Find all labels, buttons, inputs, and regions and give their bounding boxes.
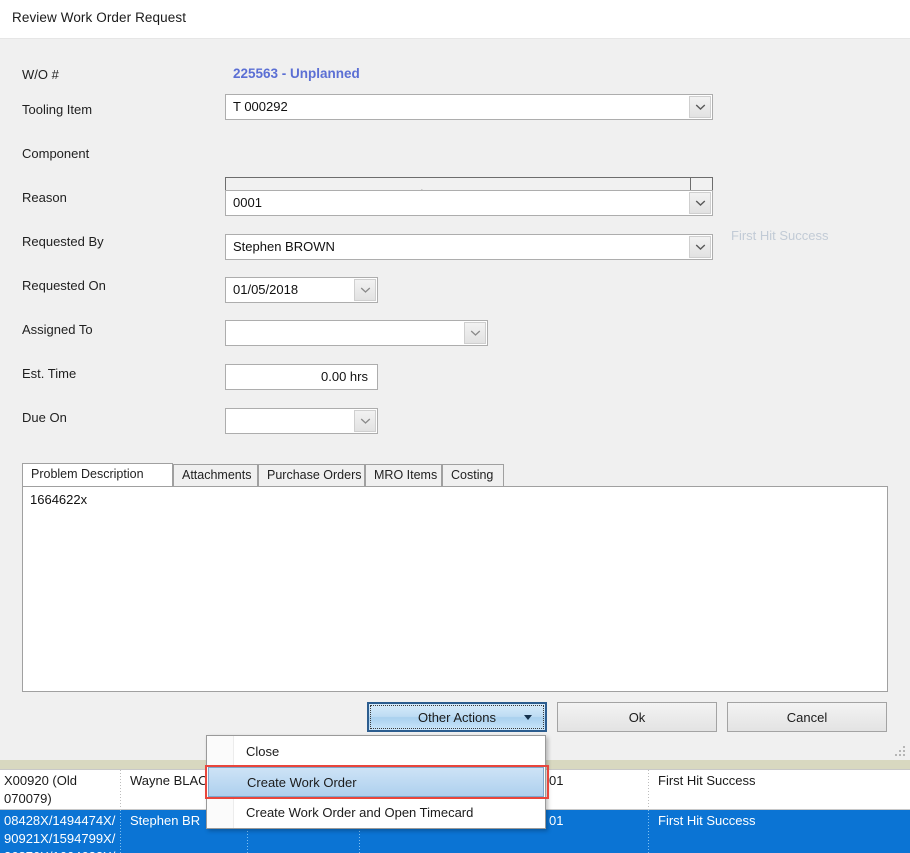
chevron-down-icon[interactable] — [524, 715, 532, 720]
label-wo-number: W/O # — [22, 67, 59, 82]
assigned-to-combobox[interactable] — [225, 320, 488, 346]
label-reason: Reason — [22, 190, 67, 205]
menu-item-create-work-order[interactable]: Create Work Order — [208, 767, 544, 797]
grid-cell-reason: First Hit Success — [658, 773, 756, 788]
ok-label: Ok — [628, 709, 646, 725]
other-actions-menu: Close Create Work Order Create Work Orde… — [205, 735, 549, 829]
chevron-down-icon[interactable] — [689, 192, 711, 214]
est-time-value: 0.00 hrs — [321, 369, 368, 384]
window-title: Review Work Order Request — [12, 10, 187, 25]
grid-column-divider — [648, 770, 649, 809]
reason-value: 0001 — [233, 195, 262, 210]
menu-item-create-work-order-and-open-timecard[interactable]: Create Work Order and Open Timecard — [208, 798, 544, 828]
reason-hint-text: First Hit Success — [731, 228, 829, 243]
label-component: Component — [22, 146, 90, 161]
requested-on-datepicker[interactable]: 01/05/2018 — [225, 277, 378, 303]
requested-by-value: Stephen BROWN — [233, 239, 335, 254]
ok-button[interactable]: Ok — [557, 702, 717, 732]
requested-on-value: 01/05/2018 — [233, 282, 299, 297]
label-est-time: Est. Time — [22, 366, 77, 381]
grid-column-divider — [648, 810, 649, 853]
grid-cell-part: X00920 (Old 070079) — [4, 773, 77, 806]
resize-grip[interactable] — [892, 743, 905, 756]
tab-costing[interactable]: Costing — [442, 464, 504, 486]
other-actions-button[interactable]: Other Actions — [367, 702, 547, 732]
label-requested-by: Requested By — [22, 234, 104, 249]
label-assigned-to: Assigned To — [22, 322, 93, 337]
grid-cell-code: 01 — [549, 813, 564, 828]
menu-item-close[interactable]: Close — [208, 737, 544, 767]
value-wo-number: 225563 - Unplanned — [233, 66, 360, 81]
chevron-down-icon[interactable] — [464, 322, 486, 344]
detail-tabs: Problem Description Attachments Purchase… — [22, 463, 888, 709]
est-time-input[interactable]: 0.00 hrs — [225, 364, 378, 390]
problem-description-text: 1664622x — [30, 492, 88, 507]
label-tooling-item: Tooling Item — [22, 102, 93, 117]
grid-cell-code: 01 — [549, 773, 564, 788]
reason-combobox[interactable]: 0001 — [225, 190, 713, 216]
window-titlebar: Review Work Order Request — [0, 0, 910, 38]
label-requested-on: Requested On — [22, 278, 106, 293]
chevron-down-icon[interactable] — [689, 236, 711, 258]
grid-column-divider — [120, 770, 121, 809]
grid-column-divider — [120, 810, 121, 853]
chevron-down-icon[interactable] — [354, 410, 376, 432]
tooling-item-value: T 000292 — [233, 99, 288, 114]
other-actions-label: Other Actions — [417, 709, 497, 725]
grid-cell-reason: First Hit Success — [658, 813, 756, 828]
due-on-datepicker[interactable] — [225, 408, 378, 434]
tab-problem-description[interactable]: Problem Description — [22, 463, 173, 486]
requested-by-combobox[interactable]: Stephen BROWN — [225, 234, 713, 260]
tab-mro-items[interactable]: MRO Items — [365, 464, 442, 486]
label-due-on: Due On — [22, 410, 67, 425]
review-work-order-dialog: W/O # 225563 - Unplanned Tooling Item T … — [0, 38, 910, 760]
chevron-down-icon[interactable] — [689, 96, 711, 118]
problem-description-textarea[interactable]: 1664622x — [22, 486, 888, 692]
tooling-item-combobox[interactable]: T 000292 — [225, 94, 713, 120]
tab-attachments[interactable]: Attachments — [173, 464, 258, 486]
cancel-button[interactable]: Cancel — [727, 702, 887, 732]
chevron-down-icon[interactable] — [354, 279, 376, 301]
cancel-label: Cancel — [786, 709, 828, 725]
grid-cell-part: 08428X/1494474X/ 90921X/1594799X/ 36876X… — [4, 813, 116, 853]
tab-purchase-orders[interactable]: Purchase Orders — [258, 464, 365, 486]
